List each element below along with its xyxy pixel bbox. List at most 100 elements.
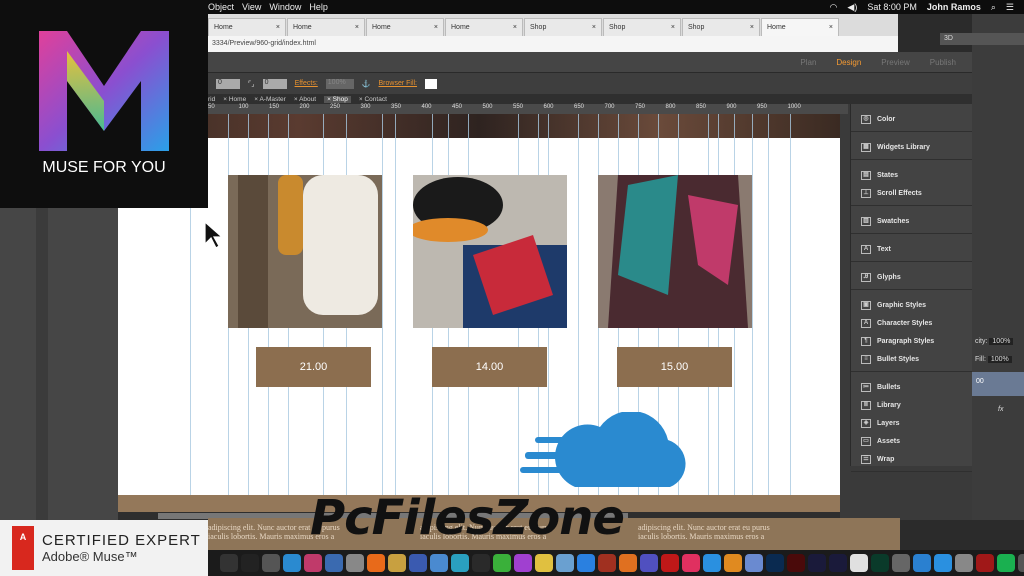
dock-app-icon[interactable] [997, 554, 1015, 572]
dock-app-icon[interactable] [829, 554, 847, 572]
page-tab-active[interactable]: × Shop [324, 95, 351, 103]
browser-tab[interactable]: Home × [366, 18, 444, 36]
menu-window[interactable]: Window [269, 2, 301, 12]
volume-icon[interactable]: ◀) [847, 2, 857, 13]
dock-app-icon[interactable] [241, 554, 259, 572]
dock-app-icon[interactable] [346, 554, 364, 572]
close-icon[interactable]: × [355, 24, 359, 31]
menu-help[interactable]: Help [309, 2, 328, 12]
dock-app-icon[interactable] [472, 554, 490, 572]
dock-app-icon[interactable] [871, 554, 889, 572]
dock-app-icon[interactable] [682, 554, 700, 572]
page-tab[interactable]: × A-Master [254, 96, 286, 103]
panel-paragraph-styles[interactable]: ¶ Paragraph Styles [851, 332, 972, 350]
dock-app-icon[interactable] [934, 554, 952, 572]
browser-fill-label[interactable]: Browser Fill: [379, 80, 418, 87]
close-icon[interactable]: × [434, 24, 438, 31]
browser-tab[interactable]: Shop × [682, 18, 760, 36]
padding-field[interactable]: 0 [262, 78, 287, 89]
mode-plan[interactable]: Plan [800, 58, 816, 67]
dock-app-icon[interactable] [493, 554, 511, 572]
panel-widgets-library[interactable]: ▦ Widgets Library [851, 138, 972, 156]
page-tab[interactable]: × About [294, 96, 316, 103]
ps-fill[interactable]: Fill: 100% [975, 356, 1012, 363]
list-icon[interactable]: ☰ [1006, 2, 1014, 13]
browser-tab[interactable]: Home × [445, 18, 523, 36]
user-name[interactable]: John Ramos [927, 2, 981, 12]
panel-library[interactable]: Ⅲ Library [851, 396, 972, 414]
panel-layers[interactable]: ◈ Layers [851, 414, 972, 432]
dock-app-icon[interactable] [577, 554, 595, 572]
dock-app-icon[interactable] [304, 554, 322, 572]
dock-app-icon[interactable] [430, 554, 448, 572]
panel-wrap[interactable]: ☰ Wrap [851, 450, 972, 468]
dock-app-icon[interactable] [976, 554, 994, 572]
dock-app-icon[interactable] [661, 554, 679, 572]
browser-tab-active[interactable]: Home × [761, 18, 839, 36]
dock-app-icon[interactable] [367, 554, 385, 572]
browser-tab[interactable]: Shop × [603, 18, 681, 36]
browser-tab[interactable]: Home × [287, 18, 365, 36]
dock-app-icon[interactable] [514, 554, 532, 572]
browser-tab[interactable]: Shop × [524, 18, 602, 36]
product-image-blanket[interactable] [598, 175, 752, 328]
dock-app-icon[interactable] [913, 554, 931, 572]
panel-bullets[interactable]: ≔ Bullets [851, 378, 972, 396]
spacing-field[interactable]: 0 [216, 78, 240, 89]
dock-app-icon[interactable] [850, 554, 868, 572]
dock-app-icon[interactable] [220, 554, 238, 572]
dock-app-icon[interactable] [556, 554, 574, 572]
menu-object[interactable]: Object [208, 2, 234, 12]
dock-app-icon[interactable] [262, 554, 280, 572]
dock-app-icon[interactable] [535, 554, 553, 572]
ps-3d-dropdown[interactable]: 3D [940, 33, 1024, 45]
close-icon[interactable]: × [671, 24, 675, 31]
product-image-sweater[interactable] [228, 175, 382, 328]
price-button[interactable]: 21.00 [256, 347, 371, 387]
panel-bullet-styles[interactable]: ≡ Bullet Styles [851, 350, 972, 368]
dock-app-icon[interactable] [409, 554, 427, 572]
close-icon[interactable]: × [592, 24, 596, 31]
page-canvas[interactable]: 21.00 14.00 15.00 [118, 114, 840, 512]
dock-app-icon[interactable] [283, 554, 301, 572]
ps-layer-row[interactable]: 00 [972, 372, 1024, 396]
menu-view[interactable]: View [242, 2, 261, 12]
ps-opacity[interactable]: city: 100% [975, 338, 1014, 345]
price-button[interactable]: 14.00 [432, 347, 547, 387]
dock-app-icon[interactable] [703, 554, 721, 572]
product-image-cap[interactable] [413, 175, 567, 328]
panel-text[interactable]: A Text [851, 240, 972, 258]
search-icon[interactable]: ⌕ [991, 2, 996, 13]
close-icon[interactable]: × [750, 24, 754, 31]
dock-app-icon[interactable] [1018, 554, 1024, 572]
dock-app-icon[interactable] [892, 554, 910, 572]
close-icon[interactable]: × [829, 24, 833, 31]
panel-color[interactable]: ◎ Color [851, 110, 972, 128]
dock-app-icon[interactable] [955, 554, 973, 572]
url-bar[interactable]: 3334/Preview/960-grid/index.html [208, 36, 898, 52]
close-icon[interactable]: × [513, 24, 517, 31]
dock-app-icon[interactable] [745, 554, 763, 572]
panel-graphic-styles[interactable]: ▣ Graphic Styles [851, 296, 972, 314]
dock-app-icon[interactable] [640, 554, 658, 572]
page-tab[interactable]: × Home [223, 96, 246, 103]
browser-tab[interactable]: Home × [208, 18, 286, 36]
mode-publish[interactable]: Publish [930, 58, 956, 67]
clock[interactable]: Sat 8:00 PM [867, 2, 917, 12]
mode-design[interactable]: Design [836, 58, 861, 67]
panel-states[interactable]: ▤ States [851, 166, 972, 184]
ps-fx-icon[interactable]: fx [998, 406, 1003, 413]
dock-app-icon[interactable] [787, 554, 805, 572]
dock-app-icon[interactable] [808, 554, 826, 572]
panel-swatches[interactable]: ▥ Swatches [851, 212, 972, 230]
dock-app-icon[interactable] [619, 554, 637, 572]
mode-preview[interactable]: Preview [881, 58, 909, 67]
page-tab[interactable]: × Contact [359, 96, 387, 103]
panel-glyphs[interactable]: Ꭿ Glyphs [851, 268, 972, 286]
anchor-icon[interactable]: ⚓ [362, 80, 371, 88]
dock-app-icon[interactable] [724, 554, 742, 572]
panel-character-styles[interactable]: A Character Styles [851, 314, 972, 332]
effects-label[interactable]: Effects: [295, 80, 318, 87]
wifi-icon[interactable]: ◠ [830, 2, 838, 13]
dock-app-icon[interactable] [766, 554, 784, 572]
